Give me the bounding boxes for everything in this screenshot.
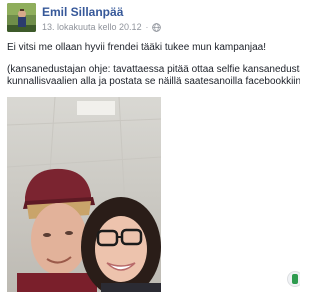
- post-text-line-1: Ei vitsi me ollaan hyvii frendei tääki t…: [7, 42, 267, 53]
- post-text-line-2: (kansanedustajan ohje: tavattaessa pitää…: [7, 64, 300, 75]
- selfie-photo[interactable]: [7, 97, 161, 292]
- facebook-post: Emil Sillanpää 13. lokakuuta kello 20.12…: [0, 0, 300, 292]
- globe-icon[interactable]: [152, 22, 162, 32]
- green-badge-icon: [292, 274, 298, 284]
- post-timestamp[interactable]: 13. lokakuuta kello 20.12: [42, 22, 142, 32]
- post-meta: 13. lokakuuta kello 20.12 ·: [42, 22, 162, 32]
- post-text-line-3: kunnallisvaalien alla ja postata se näil…: [7, 76, 300, 87]
- photo-image: [7, 97, 161, 292]
- avatar-image: [7, 3, 36, 32]
- author-name[interactable]: Emil Sillanpää: [42, 5, 123, 19]
- side-widget-icon[interactable]: [287, 271, 300, 287]
- meta-separator: ·: [145, 22, 149, 32]
- author-avatar[interactable]: [7, 3, 36, 32]
